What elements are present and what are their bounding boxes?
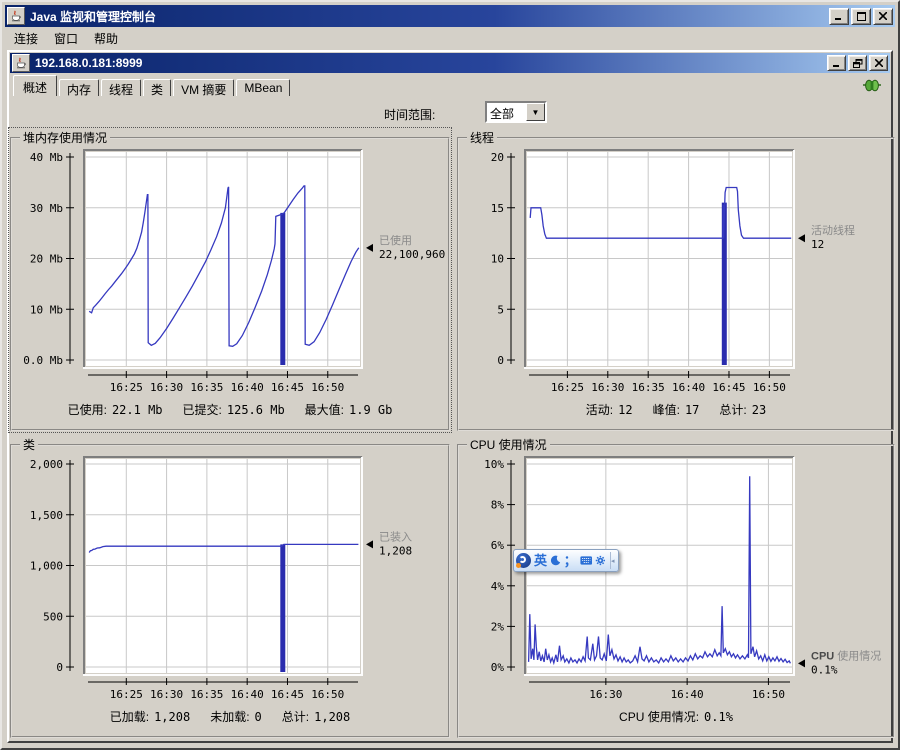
menu-window[interactable]: 窗口 — [47, 28, 85, 49]
ime-punctuation-button[interactable]: ； — [564, 554, 577, 567]
minimize-button[interactable] — [827, 55, 846, 71]
cpu-stats: CPU 使用情况:0.1% — [457, 708, 895, 725]
connection-status-icon[interactable] — [863, 78, 881, 93]
time-range-select[interactable]: 全部 ▼ — [485, 101, 547, 123]
close-button[interactable] — [873, 8, 893, 25]
maximize-button[interactable] — [851, 8, 871, 25]
tab-vm-summary[interactable]: VM 摘要 — [173, 79, 234, 96]
classes-stat: 总计:1,208 — [282, 710, 350, 724]
classes-panel: 类 已加载:1,208未加载:0总计:1,208 2,0001,5001,000… — [10, 436, 450, 738]
app-window: Java 监视和管理控制台 连接 窗口 帮助 192.168.0.181:899… — [0, 0, 900, 750]
panel-title-cpu: CPU 使用情况 — [467, 436, 550, 453]
classes-stats: 已加载:1,208未加载:0总计:1,208 — [10, 708, 450, 725]
threads-stat: 总计:23 — [719, 403, 766, 417]
panel-title-heap: 堆内存使用情况 — [20, 129, 110, 146]
tab-bar: 概述 内存 线程 类 VM 摘要 MBean — [13, 75, 292, 96]
tab-memory[interactable]: 内存 — [59, 79, 99, 96]
heap-usage-panel: 堆内存使用情况 已使用:22.1 Mb已提交:125.6 Mb最大值:1.9 G… — [10, 129, 450, 431]
java-logo-icon — [7, 7, 25, 25]
threads-stat: 峰值:17 — [653, 403, 720, 417]
heap-stat: 最大值:1.9 Gb — [305, 403, 393, 417]
tab-classes[interactable]: 类 — [143, 79, 171, 96]
app-title: Java 监视和管理控制台 — [30, 8, 156, 25]
ime-keyboard-icon[interactable] — [580, 555, 592, 566]
panel-title-classes: 类 — [20, 436, 38, 453]
cpu-stat: CPU 使用情况:0.1% — [619, 710, 733, 724]
tab-overview[interactable]: 概述 — [13, 75, 57, 96]
ime-fullwidth-moon-icon[interactable] — [550, 554, 561, 567]
menu-connect[interactable]: 连接 — [7, 28, 45, 49]
ime-collapse-handle[interactable]: ◂ — [610, 552, 616, 569]
panel-title-threads: 线程 — [467, 129, 497, 146]
heap-stat: 已提交:125.6 Mb — [183, 403, 305, 417]
close-button[interactable] — [869, 55, 888, 71]
classes-stat: 未加载:0 — [210, 710, 282, 724]
threads-panel: 线程 活动:12峰值:17总计:23 2015105016:2516:3016:… — [457, 129, 895, 431]
tab-mbean[interactable]: MBean — [236, 79, 290, 96]
cpu-usage-panel: CPU 使用情况 CPU 使用情况:0.1% 10%8%6%4%2%0%16:3… — [457, 436, 895, 738]
time-range-label: 时间范围: — [384, 106, 435, 123]
menu-help[interactable]: 帮助 — [87, 28, 125, 49]
app-titlebar: Java 监视和管理控制台 — [5, 5, 895, 27]
ime-logo-icon[interactable] — [516, 553, 531, 568]
restore-button[interactable] — [848, 55, 867, 71]
classes-stat: 已加载:1,208 — [110, 710, 210, 724]
ime-language-button[interactable]: 英 — [534, 554, 547, 567]
threads-stats: 活动:12峰值:17总计:23 — [457, 401, 895, 418]
ime-settings-gear-icon[interactable] — [595, 554, 606, 567]
time-range-value: 全部 — [487, 103, 526, 121]
connection-title: 192.168.0.181:8999 — [35, 56, 142, 70]
threads-stat: 活动:12 — [586, 403, 653, 417]
connection-titlebar: 192.168.0.181:8999 — [10, 53, 890, 73]
minimize-button[interactable] — [829, 8, 849, 25]
tab-threads[interactable]: 线程 — [101, 79, 141, 96]
heap-stats: 已使用:22.1 Mb已提交:125.6 Mb最大值:1.9 Gb — [10, 401, 450, 418]
menubar: 连接 窗口 帮助 — [5, 28, 895, 48]
chevron-down-icon[interactable]: ▼ — [526, 103, 545, 121]
java-logo-icon — [12, 54, 30, 72]
ime-toolbar: 英 ； ◂ — [513, 549, 619, 572]
heap-stat: 已使用:22.1 Mb — [68, 403, 183, 417]
